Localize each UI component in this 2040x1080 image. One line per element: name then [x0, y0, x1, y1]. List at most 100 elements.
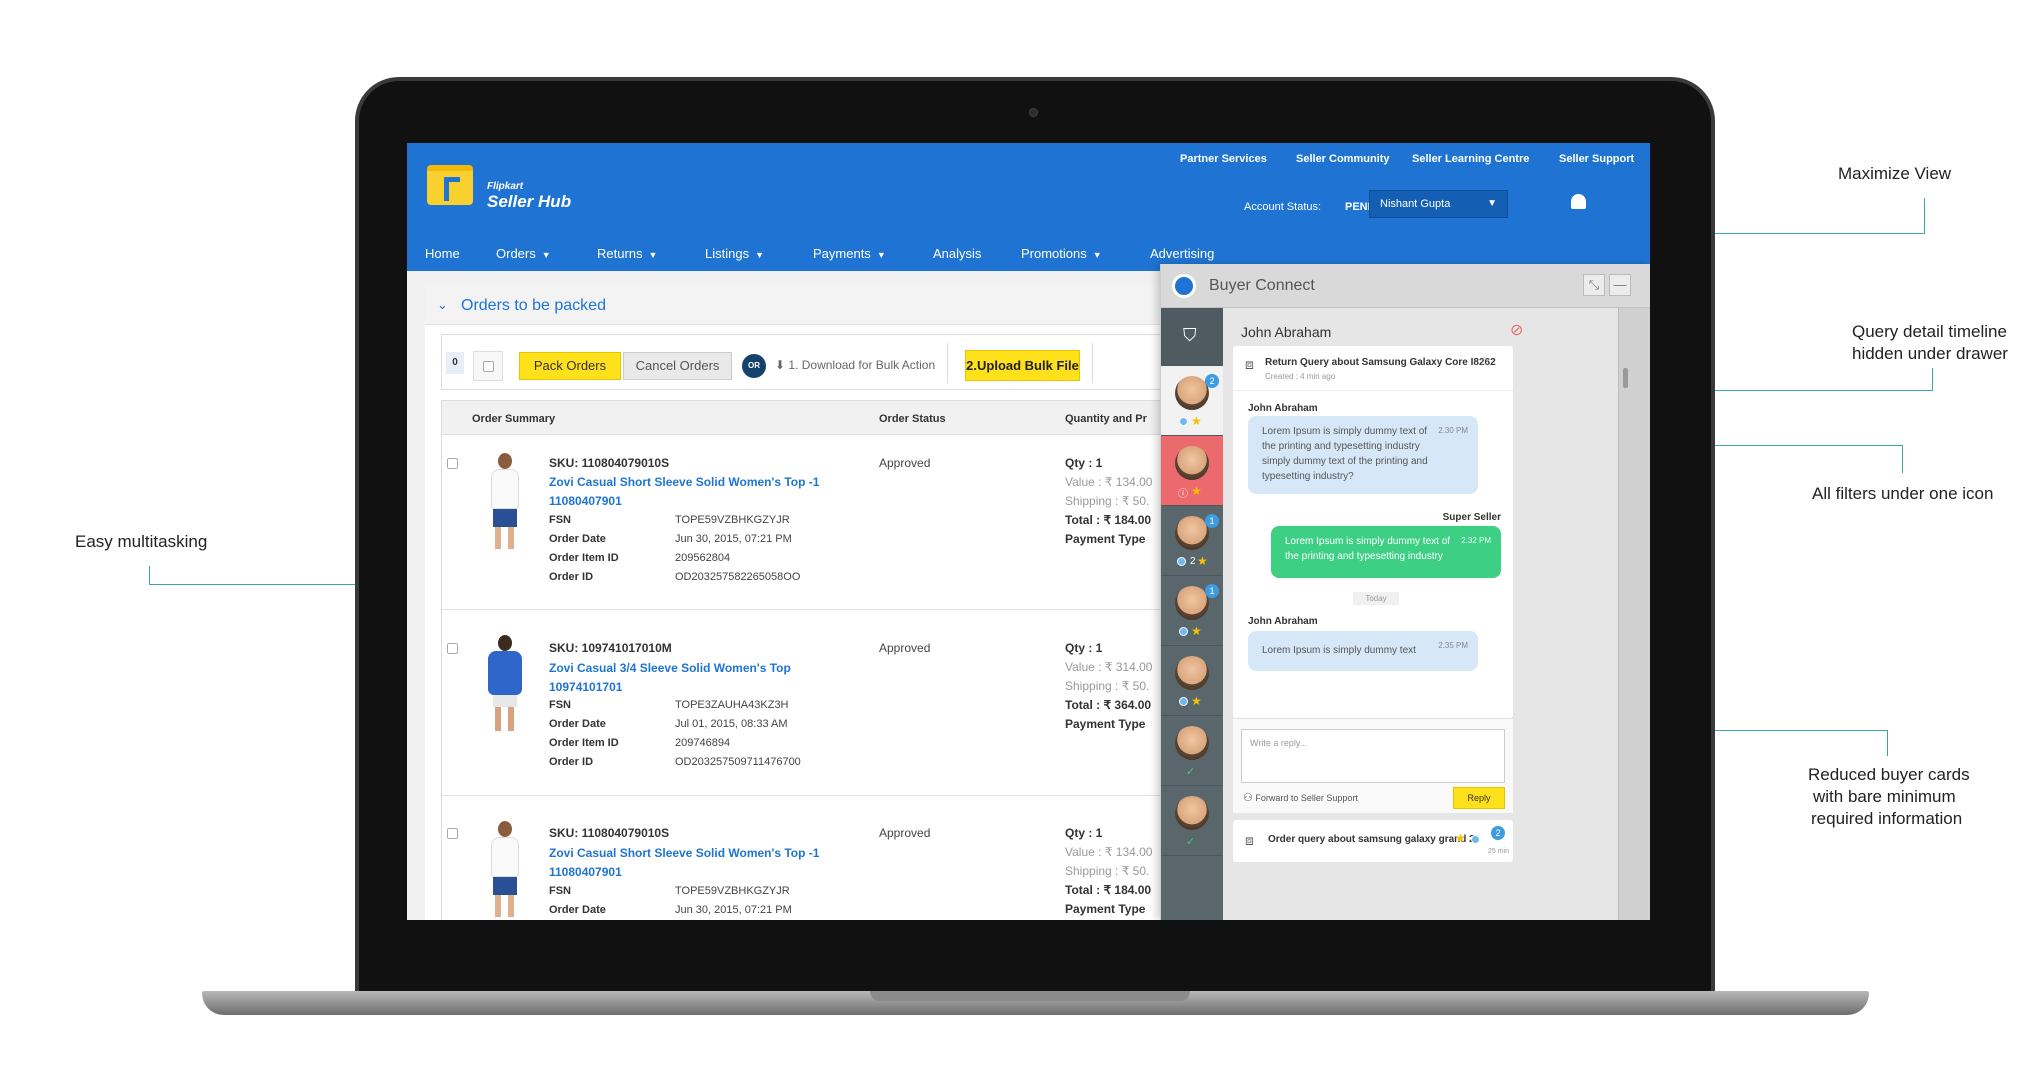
- label-order-item-id: Order Item ID: [549, 552, 619, 564]
- link-partner-services[interactable]: Partner Services: [1180, 153, 1267, 165]
- buyer-connect-panel: Buyer Connect ⤡ — ⛉ 2 ★ ⓘ ★ 1 2 ★ 1 ★ ★ …: [1160, 264, 1650, 920]
- row-fsn: TOPE3ZAUHA43KZ3H: [675, 699, 789, 711]
- header-quantity-price: Quantity and Pr: [1065, 413, 1147, 425]
- bell-icon[interactable]: [1571, 194, 1586, 209]
- check-icon: ✓: [1186, 836, 1196, 848]
- row-order-date: Jul 01, 2015, 08:33 AM: [675, 718, 788, 730]
- buyer-card[interactable]: 1 2 ★: [1161, 506, 1223, 576]
- divider: [1233, 390, 1513, 391]
- row-product-title[interactable]: Zovi Casual Short Sleeve Solid Women's T…: [549, 473, 869, 511]
- row-product-title[interactable]: Zovi Casual 3/4 Sleeve Solid Women's Top…: [549, 659, 869, 697]
- label-fsn: FSN: [549, 699, 571, 711]
- chevron-down-icon: ▼: [1487, 198, 1497, 209]
- status-dot: [1179, 627, 1188, 636]
- row-value: Value : ₹ 134.00: [1065, 475, 1153, 489]
- unread-badge: 1: [1205, 584, 1219, 598]
- chat-bubble-icon: [1172, 274, 1196, 298]
- unread-badge: 2: [1205, 374, 1219, 388]
- annotation-line: [1932, 368, 1933, 391]
- next-query-card[interactable]: ⧈ Order query about samsung galaxy grand…: [1233, 820, 1513, 862]
- link-seller-community[interactable]: Seller Community: [1296, 153, 1390, 165]
- nav-advertising[interactable]: Advertising: [1150, 246, 1214, 261]
- row-divider: [442, 795, 1165, 796]
- label-fsn: FSN: [549, 514, 571, 526]
- buyer-name: John Abraham: [1241, 324, 1332, 340]
- product-image[interactable]: [485, 635, 527, 735]
- row-sku: SKU: 110804079010S: [549, 456, 670, 470]
- row-order-item-id: 209746894: [675, 737, 731, 749]
- unread-badge: 1: [1205, 514, 1219, 528]
- row-sku: SKU: 109741017010M: [549, 641, 672, 655]
- flipkart-logo-icon[interactable]: [427, 165, 473, 205]
- annotation-line: [1924, 198, 1925, 233]
- avatar: [1175, 376, 1209, 410]
- link-seller-support[interactable]: Seller Support: [1559, 153, 1634, 165]
- row-status: Approved: [879, 641, 931, 655]
- conversation-card: ⧈ Return Query about Samsung Galaxy Core…: [1233, 346, 1513, 718]
- product-image[interactable]: [485, 453, 527, 553]
- status-dot: [1179, 697, 1188, 706]
- forward-to-support-link[interactable]: ⚇ Forward to Seller Support: [1243, 791, 1358, 804]
- nav-returns[interactable]: Returns ▼: [597, 246, 657, 261]
- nav-analysis[interactable]: Analysis: [933, 246, 981, 261]
- maximize-icon[interactable]: ⤡: [1583, 274, 1605, 296]
- buyer-card[interactable]: ★: [1161, 646, 1223, 716]
- block-icon[interactable]: ⊘: [1510, 320, 1523, 340]
- row-qty: Qty : 1: [1065, 456, 1103, 470]
- avatar: [1175, 796, 1209, 830]
- annotation-multitasking: Easy multitasking: [75, 532, 208, 551]
- product-image[interactable]: [485, 821, 527, 920]
- timeline-drawer[interactable]: [1618, 308, 1650, 920]
- annotation-timeline-1: Query detail timeline: [1852, 322, 2007, 341]
- star-outline-icon[interactable]: ☆: [1478, 353, 1491, 370]
- drawer-handle[interactable]: [1623, 368, 1628, 388]
- row-order-date: Jun 30, 2015, 07:21 PM: [675, 533, 792, 545]
- query-title[interactable]: Return Query about Samsung Galaxy Core I…: [1265, 357, 1496, 368]
- select-all-checkbox[interactable]: [473, 351, 503, 381]
- annotation-line: [149, 566, 150, 585]
- cancel-orders-button[interactable]: Cancel Orders: [623, 352, 732, 380]
- nav-orders[interactable]: Orders ▼: [496, 246, 551, 261]
- nav-payments[interactable]: Payments ▼: [813, 246, 886, 261]
- buyer-card[interactable]: 1 ★: [1161, 576, 1223, 646]
- pack-orders-button[interactable]: Pack Orders: [519, 352, 621, 380]
- row-checkbox[interactable]: [447, 828, 458, 839]
- status-dot: [1177, 557, 1186, 566]
- annotation-line: [1887, 730, 1888, 756]
- row-total: Total : ₹ 364.00: [1065, 698, 1152, 712]
- reply-placeholder: Write a reply...: [1250, 738, 1308, 748]
- annotation-filters: All filters under one icon: [1812, 484, 1994, 503]
- upload-bulk-file-button[interactable]: 2.Upload Bulk File: [965, 350, 1080, 381]
- buyer-cards-rail: ⛉ 2 ★ ⓘ ★ 1 2 ★ 1 ★ ★ ✓ ✓: [1161, 308, 1223, 920]
- filter-button[interactable]: ⛉: [1161, 308, 1223, 366]
- label-order-date: Order Date: [549, 904, 606, 916]
- buyer-card[interactable]: 2 ★: [1161, 366, 1223, 436]
- logo-title: Seller Hub: [487, 192, 572, 211]
- nav-listings[interactable]: Listings ▼: [705, 246, 764, 261]
- nav-promotions[interactable]: Promotions ▼: [1021, 246, 1102, 261]
- user-dropdown[interactable]: Nishant Gupta ▼: [1369, 190, 1508, 218]
- download-bulk-link[interactable]: ⬇ 1. Download for Bulk Action: [775, 358, 935, 372]
- row-qty: Qty : 1: [1065, 641, 1103, 655]
- buyer-card[interactable]: ✓: [1161, 716, 1223, 786]
- section-header[interactable]: ⌄ Orders to be packed: [425, 285, 1165, 325]
- row-divider: [442, 609, 1165, 610]
- row-product-title[interactable]: Zovi Casual Short Sleeve Solid Women's T…: [549, 844, 869, 882]
- section-title: Orders to be packed: [461, 297, 606, 314]
- row-checkbox[interactable]: [447, 458, 458, 469]
- minimize-icon[interactable]: —: [1609, 274, 1631, 296]
- buyer-card-active[interactable]: ⓘ ★: [1161, 436, 1223, 506]
- nav-home[interactable]: Home: [425, 246, 460, 261]
- star-icon: ★: [1191, 624, 1202, 638]
- or-badge: OR: [742, 354, 766, 378]
- header-bar: Flipkart Seller Hub Partner Services Sel…: [407, 143, 1650, 271]
- buyer-card[interactable]: ✓: [1161, 786, 1223, 856]
- reply-input[interactable]: Write a reply...: [1241, 729, 1505, 783]
- avatar: [1175, 446, 1209, 480]
- link-seller-learning-centre[interactable]: Seller Learning Centre: [1412, 153, 1529, 165]
- row-checkbox[interactable]: [447, 643, 458, 654]
- star-icon: ★: [1191, 414, 1202, 428]
- reply-button[interactable]: Reply: [1453, 787, 1505, 809]
- conversation-pane: John Abraham ⊘ ⧈ Return Query about Sams…: [1223, 308, 1618, 920]
- check-icon: ✓: [1186, 766, 1196, 778]
